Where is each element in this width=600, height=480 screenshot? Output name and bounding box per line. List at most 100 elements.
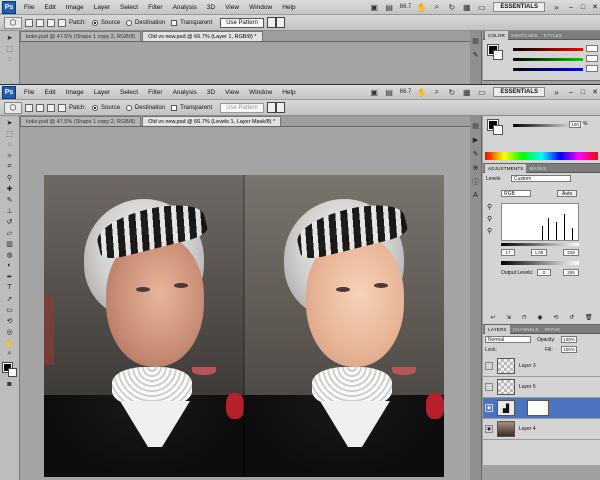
transparent-checkbox[interactable] — [171, 19, 178, 26]
subtract-selection-icon[interactable] — [47, 103, 55, 112]
healing-brush-icon[interactable]: ✚ — [4, 184, 16, 193]
pattern-picker[interactable] — [266, 17, 285, 28]
zoom-tool-icon[interactable]: ⌕ — [431, 2, 442, 12]
3d-rotate-icon[interactable]: ⟲ — [4, 316, 16, 325]
type-tool-icon[interactable]: T — [4, 283, 16, 292]
eyedropper-icon[interactable]: ⚲ — [4, 173, 16, 182]
screen-mode-icon[interactable]: ▭ — [476, 3, 487, 12]
menu-image[interactable]: Image — [61, 89, 89, 96]
zoom-tool-2-icon[interactable]: ⌕ — [4, 349, 16, 358]
gray-value[interactable]: 100 — [569, 121, 581, 128]
brush-panel-icon[interactable]: ✎ — [471, 50, 480, 59]
layer-row[interactable]: ◉ Layer 4 — [483, 419, 600, 440]
green-value[interactable] — [586, 55, 598, 62]
black-point-eyedropper-icon[interactable]: ⚲ — [487, 203, 492, 211]
clone-source-icon[interactable]: ⊕ — [471, 163, 480, 172]
menu-analysis[interactable]: Analysis — [168, 89, 202, 96]
tab-styles[interactable]: STYLES — [541, 33, 565, 38]
red-slider[interactable] — [513, 48, 583, 51]
maximize-icon[interactable]: □ — [578, 87, 588, 97]
destination-radio[interactable] — [126, 19, 133, 26]
tab-koko[interactable]: koko.psd @ 47.5% (Shape 1 copy 2, RGB/8) — [20, 116, 142, 126]
menu-edit[interactable]: Edit — [39, 4, 60, 11]
tab-channels[interactable]: CHANNELS — [510, 327, 542, 332]
tab-koko[interactable]: koko.psd @ 47.5% (Shape 1 copy 2, RGB/8) — [20, 31, 142, 41]
new-selection-icon[interactable] — [25, 103, 33, 112]
pattern-picker[interactable] — [266, 102, 285, 113]
hand-tool-icon[interactable]: ✋ — [4, 338, 16, 347]
menu-window[interactable]: Window — [244, 89, 277, 96]
add-selection-icon[interactable] — [36, 103, 44, 112]
menu-3d[interactable]: 3D — [202, 89, 220, 96]
minimize-icon[interactable]: – — [566, 87, 576, 97]
rotate-view-icon[interactable]: ↻ — [446, 88, 457, 97]
history-icon[interactable]: ▤ — [471, 36, 480, 45]
menu-filter[interactable]: Filter — [143, 89, 167, 96]
color-swatches[interactable] — [1, 362, 18, 378]
auto-button[interactable]: Auto — [557, 190, 578, 197]
screen-mode-icon[interactable]: ▭ — [476, 88, 487, 97]
workspace-switcher[interactable]: ESSENTIALS — [493, 87, 545, 97]
zoom-tool-icon[interactable]: ⌕ — [431, 87, 442, 97]
menu-layer[interactable]: Layer — [89, 4, 115, 11]
blend-mode-select[interactable]: Normal — [485, 336, 531, 343]
patch-tool-icon[interactable]: ⬡ — [4, 101, 22, 114]
layer-mask-thumbnail[interactable] — [527, 400, 549, 416]
source-radio[interactable] — [92, 104, 99, 111]
tab-old-vs-new[interactable]: Old vs new.psd @ 66.7% (Levels 1, Layer … — [142, 116, 282, 126]
actions-icon[interactable]: ▶ — [471, 135, 480, 144]
pen-tool-icon[interactable]: ✒ — [4, 272, 16, 281]
input-black[interactable]: 17 — [501, 249, 515, 256]
chevron-right-icon[interactable]: » — [551, 88, 562, 97]
mini-bridge-icon[interactable]: ▤ — [384, 3, 395, 12]
menu-layer[interactable]: Layer — [89, 89, 115, 96]
input-gamma[interactable]: 1.05 — [531, 249, 547, 256]
background-swatch[interactable] — [493, 125, 503, 135]
hand-icon[interactable]: ✋ — [416, 88, 427, 97]
source-radio[interactable] — [92, 19, 99, 26]
arrange-docs-icon[interactable]: ▦ — [461, 3, 472, 12]
menu-file[interactable]: File — [19, 4, 39, 11]
path-select-icon[interactable]: ➚ — [4, 294, 16, 303]
brush-tool-icon[interactable]: ✎ — [4, 195, 16, 204]
intersect-selection-icon[interactable] — [58, 103, 66, 112]
visibility-icon[interactable]: ◉ — [537, 314, 542, 322]
crop-tool-icon[interactable]: ⌗ — [4, 162, 16, 171]
menu-view[interactable]: View — [220, 89, 244, 96]
minimize-icon[interactable]: – — [566, 2, 576, 12]
quick-mask-icon[interactable]: ◙ — [4, 380, 16, 389]
fill-value[interactable]: 100% — [561, 346, 577, 353]
zoom-level[interactable]: 66.7 — [397, 4, 415, 10]
marquee-tool-icon[interactable]: ⬚ — [4, 129, 16, 138]
menu-help[interactable]: Help — [277, 89, 300, 96]
bridge-icon[interactable]: ▣ — [369, 3, 380, 12]
tab-layers[interactable]: LAYERS — [485, 324, 510, 334]
close-icon[interactable]: ✕ — [590, 87, 600, 97]
patch-tool-icon[interactable]: ⬡ — [4, 16, 22, 29]
lasso-tool-icon[interactable]: ◌ — [4, 140, 16, 149]
eye-icon[interactable]: ◉ — [485, 425, 493, 433]
use-pattern-button[interactable]: Use Pattern — [220, 102, 264, 113]
previous-state-icon[interactable]: ⟲ — [553, 314, 558, 322]
eye-icon[interactable]: ◉ — [485, 404, 493, 412]
move-tool-icon[interactable]: ➤ — [4, 118, 16, 127]
menu-view[interactable]: View — [220, 4, 244, 11]
menu-help[interactable]: Help — [277, 4, 300, 11]
menu-3d[interactable]: 3D — [202, 4, 220, 11]
shape-tool-icon[interactable]: ▭ — [4, 305, 16, 314]
menu-image[interactable]: Image — [61, 4, 89, 11]
color-ramp[interactable] — [485, 152, 598, 160]
green-slider[interactable] — [513, 58, 583, 61]
gray-point-eyedropper-icon[interactable]: ⚲ — [487, 215, 492, 223]
workspace-switcher[interactable]: ESSENTIALS — [493, 2, 545, 12]
reset-icon[interactable]: ↺ — [569, 314, 574, 322]
red-value[interactable] — [586, 45, 598, 52]
preset-select[interactable]: Custom — [511, 175, 571, 182]
output-black[interactable]: 0 — [537, 269, 551, 276]
input-white[interactable]: 229 — [563, 249, 579, 256]
info-icon[interactable]: ⓘ — [471, 177, 480, 186]
3d-camera-icon[interactable]: ◎ — [4, 327, 16, 336]
hand-icon[interactable]: ✋ — [416, 3, 427, 12]
maximize-icon[interactable]: □ — [578, 2, 588, 12]
expand-icon[interactable]: ⇲ — [506, 314, 511, 322]
